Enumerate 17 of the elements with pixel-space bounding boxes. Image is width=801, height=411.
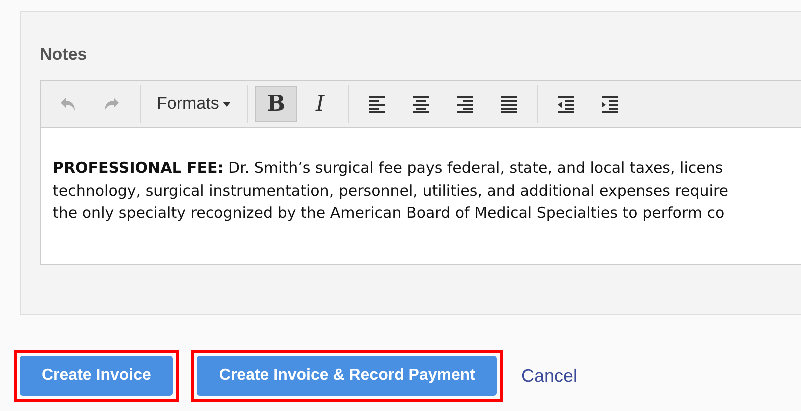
indent-icon: [601, 95, 620, 113]
align-right-icon: [456, 95, 474, 113]
note-text-line: technology, surgical instrumentation, personnel, utilities, and additional expenses require: [53, 180, 729, 202]
bold-button[interactable]: B: [255, 86, 298, 122]
italic-button[interactable]: I: [299, 86, 342, 122]
note-text-line: PROFESSIONAL FEE: Dr. Smith’s surgical fee pays federal, state, and local taxes, licens: [53, 158, 724, 179]
note-text-line: the only specialty recognized by the American Board of Medical Specialties to perform co: [53, 203, 725, 224]
align-left-icon: [368, 95, 386, 113]
rich-text-editor[interactable]: [40, 80, 801, 265]
cancel-link[interactable]: Cancel: [521, 366, 578, 386]
caret-icon: [223, 102, 232, 106]
notes-label: Notes: [40, 45, 88, 65]
redo-icon: [103, 95, 121, 113]
formats-dropdown[interactable]: Formats: [147, 86, 242, 122]
justify-icon: [500, 95, 518, 113]
align-center-icon: [412, 95, 430, 113]
outdent-icon: [557, 95, 576, 113]
